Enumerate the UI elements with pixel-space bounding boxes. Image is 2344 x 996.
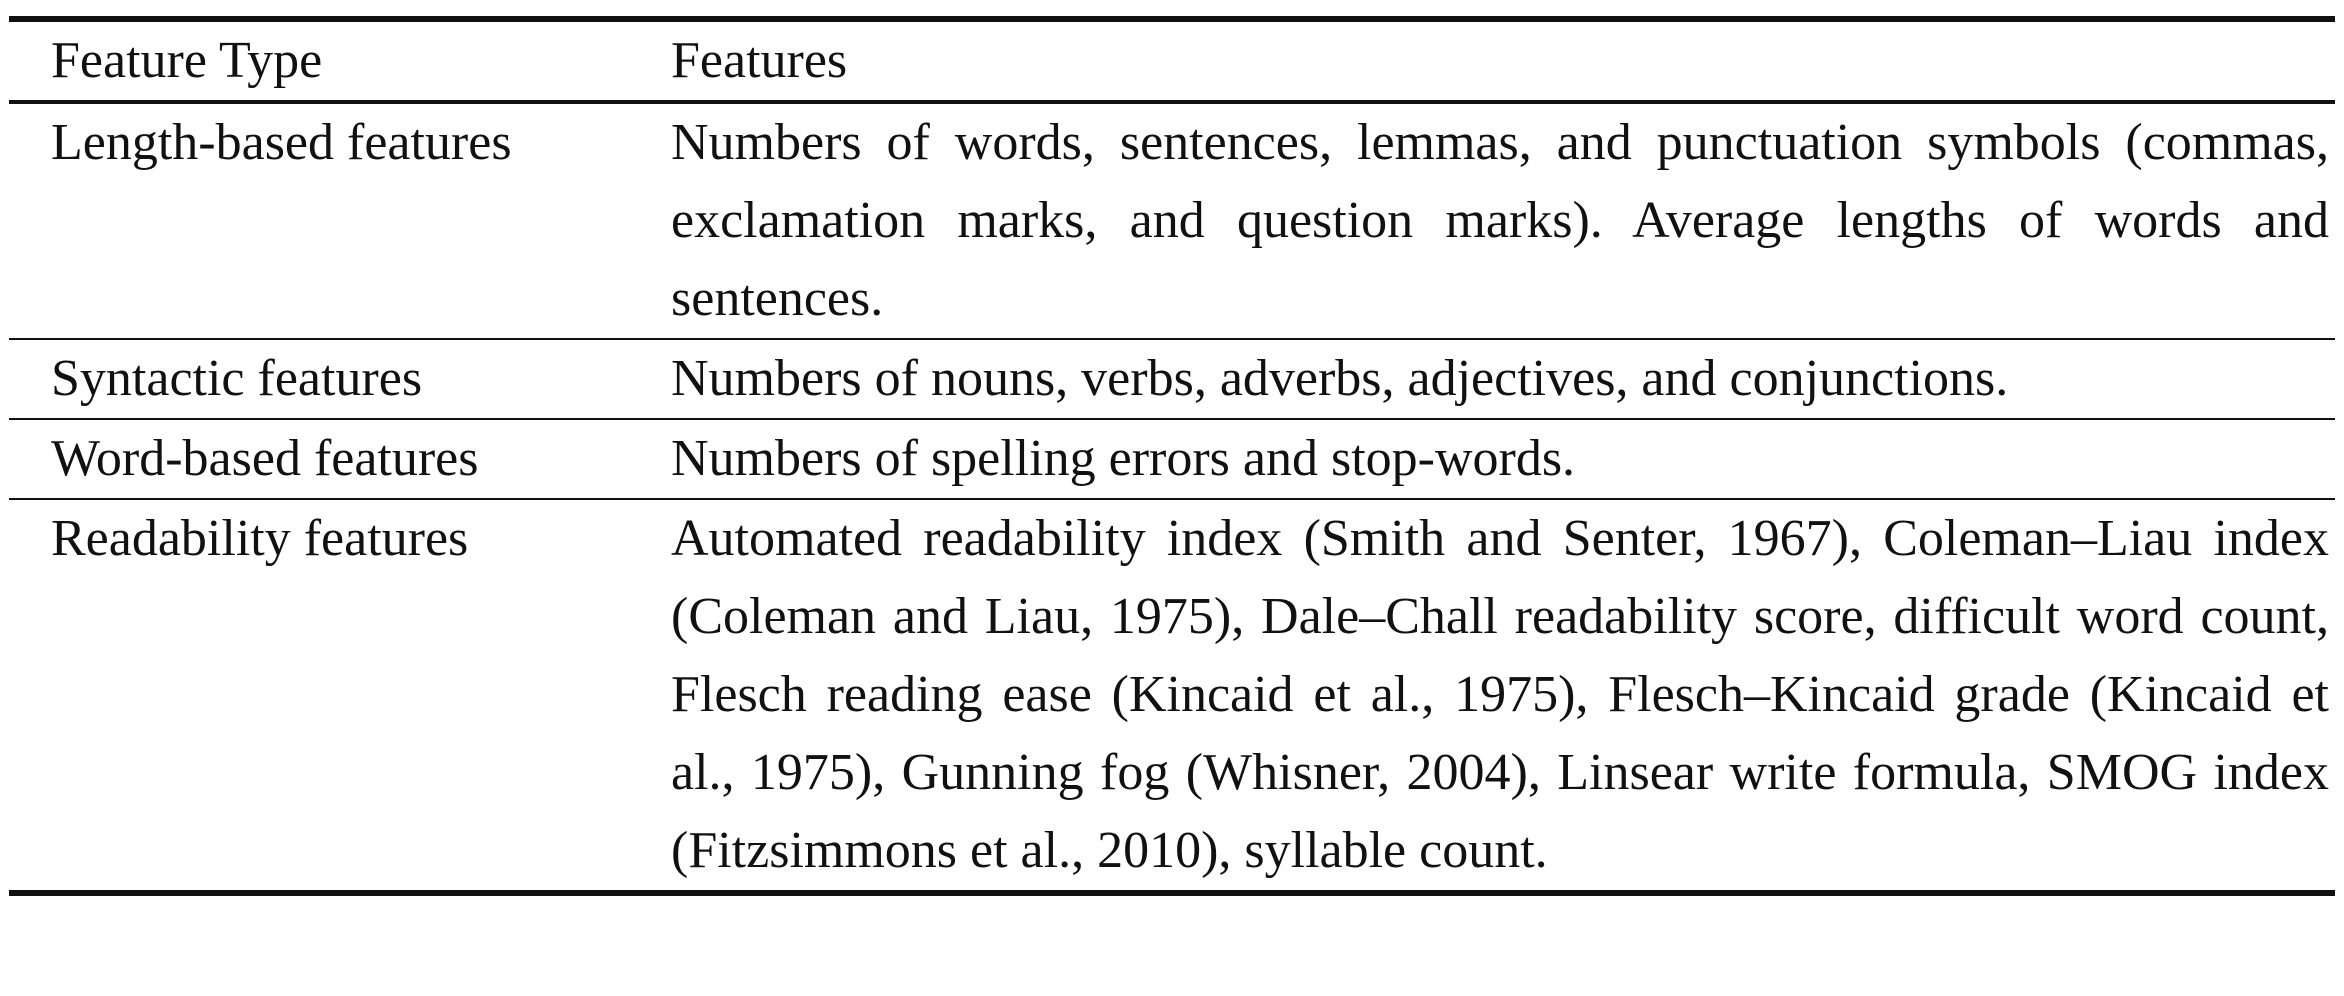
table-row: Length-based features Numbers of words, … <box>9 102 2335 339</box>
header-features: Features <box>671 32 848 89</box>
row-feature-type: Syntactic features <box>51 350 423 407</box>
row-feature-type: Readability features <box>51 510 469 567</box>
row-features: Numbers of spelling errors and stop-word… <box>671 430 1576 487</box>
header-row: Feature Type Features <box>9 19 2335 102</box>
table-row: Readability features Automated readabili… <box>9 499 2335 893</box>
row-feature-type: Length-based features <box>51 114 512 171</box>
header-feature-type: Feature Type <box>51 32 323 89</box>
row-features: Numbers of nouns, verbs, adverbs, adject… <box>671 350 2009 407</box>
table-row: Syntactic features Numbers of nouns, ver… <box>9 339 2335 419</box>
table-header: Feature Type Features <box>9 19 2335 102</box>
row-feature-type: Word-based features <box>51 430 479 487</box>
feature-table: Feature Type Features Length-based featu… <box>9 16 2335 896</box>
row-features: Numbers of words, sentences, lemmas, and… <box>671 114 2329 327</box>
table-body: Length-based features Numbers of words, … <box>9 102 2335 893</box>
row-features: Automated readability index (Smith and S… <box>671 510 2329 879</box>
table-row: Word-based features Numbers of spelling … <box>9 419 2335 499</box>
feature-table-container: Feature Type Features Length-based featu… <box>9 16 2335 896</box>
